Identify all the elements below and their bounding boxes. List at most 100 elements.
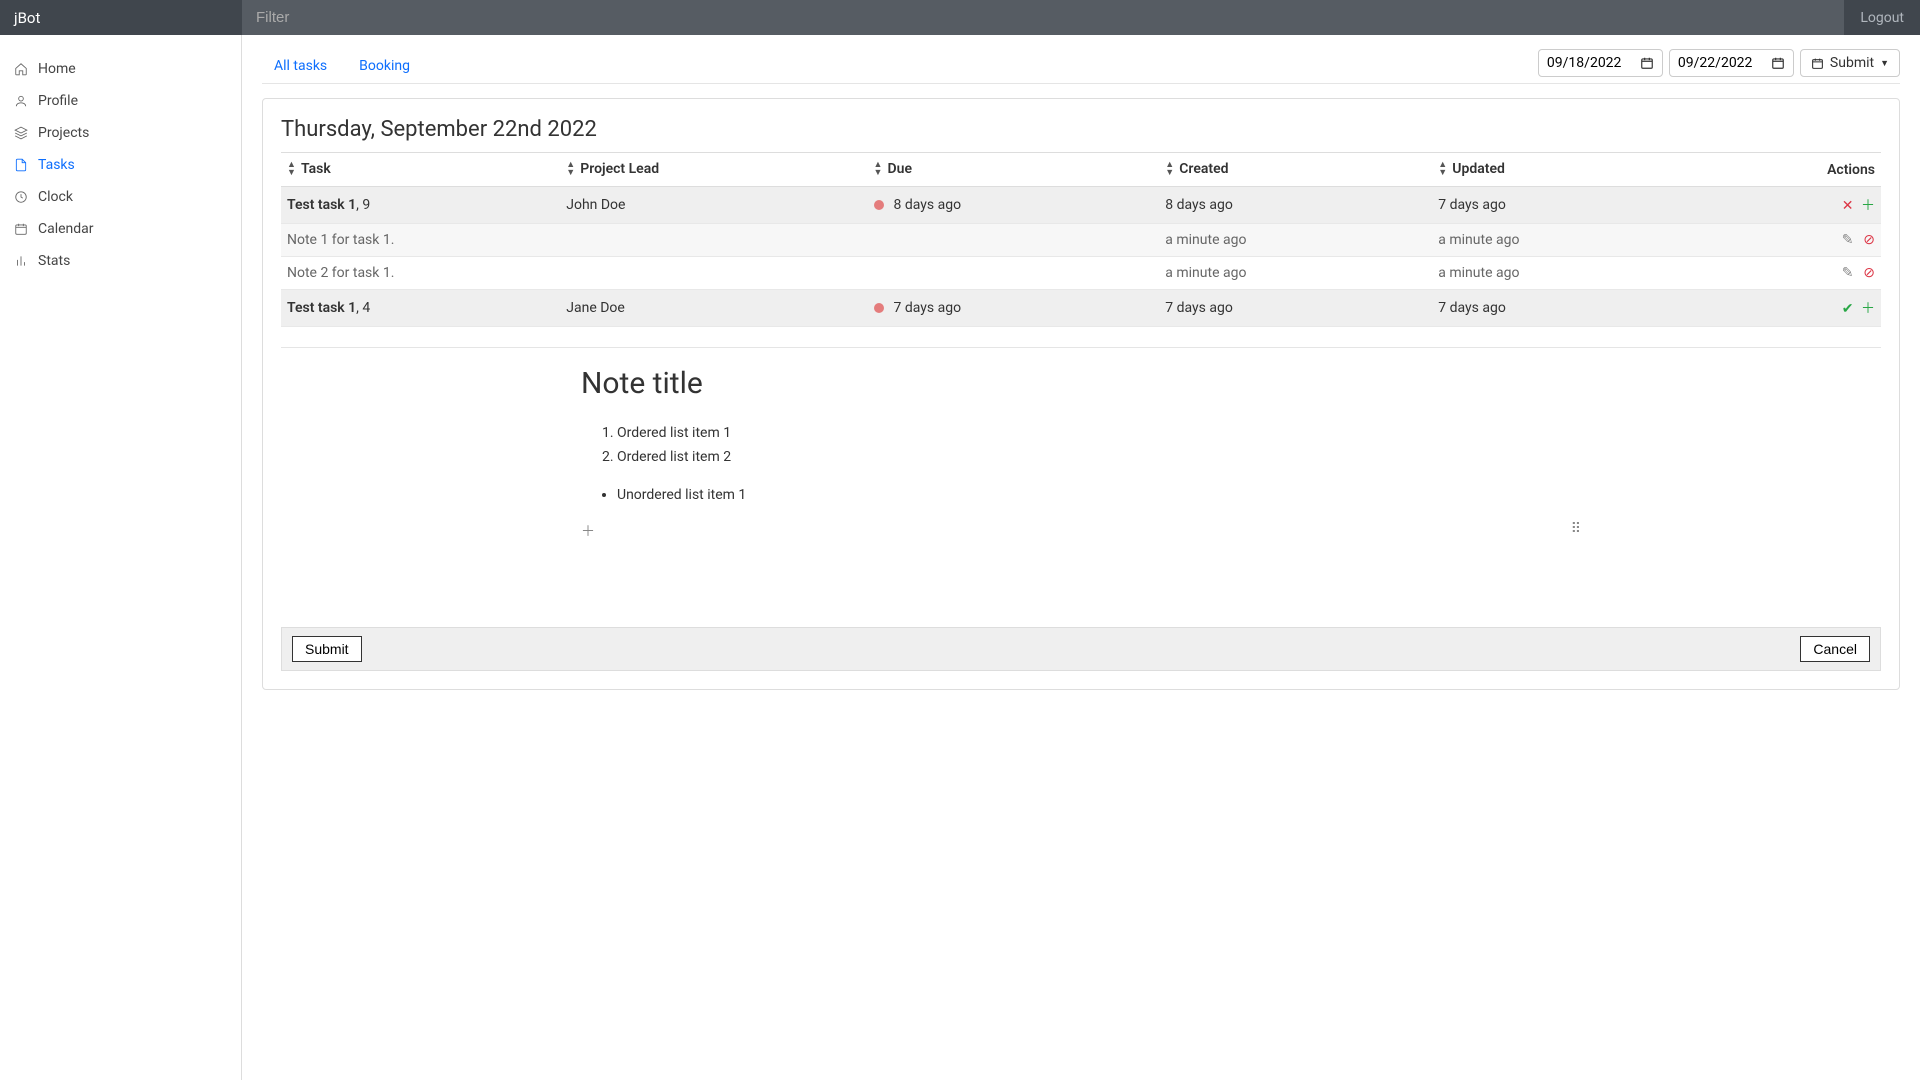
sidebar: Home Profile Projects Tasks Clock Calend… (0, 35, 242, 1080)
col-due-label: Due (888, 161, 912, 177)
sidebar-item-label: Profile (38, 93, 78, 109)
editor-title[interactable]: Note title (581, 366, 1581, 401)
home-icon (14, 62, 28, 76)
cancel-button[interactable]: Cancel (1800, 636, 1870, 662)
task-created: 7 days ago (1159, 290, 1432, 327)
editor-ordered-list[interactable]: Ordered list item 1 Ordered list item 2 (617, 421, 1581, 469)
caret-down-icon: ▼ (1880, 58, 1889, 69)
note-updated: a minute ago (1432, 257, 1705, 290)
sidebar-item-clock[interactable]: Clock (0, 181, 241, 213)
sidebar-item-label: Tasks (38, 157, 75, 173)
task-badge: , 4 (356, 300, 370, 316)
list-item[interactable]: Ordered list item 1 (617, 421, 1581, 445)
add-icon[interactable]: ＋ (1857, 195, 1875, 215)
filter-input[interactable] (242, 9, 1844, 26)
editor-footer: Submit Cancel (281, 627, 1881, 671)
sidebar-item-home[interactable]: Home (0, 53, 241, 85)
note-row[interactable]: Note 2 for task 1. a minute ago a minute… (281, 257, 1881, 290)
add-icon[interactable]: ＋ (1857, 298, 1875, 318)
sidebar-item-label: Clock (38, 189, 73, 205)
submit-button[interactable]: Submit (292, 636, 362, 662)
date-to-input[interactable] (1678, 55, 1760, 71)
sidebar-item-projects[interactable]: Projects (0, 117, 241, 149)
date-from[interactable] (1538, 49, 1663, 77)
task-row[interactable]: Test task 1, 4 Jane Doe 7 days ago 7 day… (281, 290, 1881, 327)
sidebar-item-profile[interactable]: Profile (0, 85, 241, 117)
add-block-icon[interactable]: ＋ (581, 521, 595, 541)
main-content: All tasks Booking Submit ▼ (242, 35, 1920, 1080)
filter-wrap (242, 0, 1844, 35)
task-lead: Jane Doe (560, 290, 867, 327)
sort-icon (1165, 161, 1173, 178)
drag-handle-icon[interactable]: ⠿ (1571, 521, 1581, 541)
col-updated-label: Updated (1452, 161, 1505, 177)
clock-icon (14, 190, 28, 204)
delete-icon[interactable]: ✕ (1836, 198, 1854, 214)
col-lead-label: Project Lead (580, 161, 659, 177)
calendar-icon (1640, 56, 1654, 70)
edit-icon[interactable]: ✎ (1836, 232, 1854, 248)
note-row[interactable]: Note 1 for task 1. a minute ago a minute… (281, 224, 1881, 257)
status-dot-icon (874, 303, 884, 313)
task-row[interactable]: Test task 1, 9 John Doe 8 days ago 8 day… (281, 187, 1881, 224)
task-updated: 7 days ago (1432, 187, 1705, 224)
col-actions: Actions (1705, 153, 1881, 187)
col-updated[interactable]: Updated (1432, 153, 1705, 187)
app-brand: jBot (0, 9, 242, 27)
col-task[interactable]: Task (281, 153, 560, 187)
sort-icon (1438, 161, 1446, 178)
sidebar-item-label: Home (38, 61, 76, 77)
task-name: Test task 1 (287, 197, 356, 213)
sidebar-item-label: Stats (38, 253, 70, 269)
check-icon[interactable]: ✔ (1836, 301, 1854, 317)
tab-booking[interactable]: Booking (347, 50, 422, 82)
remove-icon[interactable]: ⊘ (1857, 265, 1875, 281)
note-text: Note 1 for task 1. (281, 224, 1159, 257)
note-editor[interactable]: Note title Ordered list item 1 Ordered l… (281, 347, 1881, 621)
bar-chart-icon (14, 254, 28, 268)
calendar-icon (14, 222, 28, 236)
tab-all-tasks[interactable]: All tasks (262, 50, 339, 82)
date-from-input[interactable] (1547, 55, 1629, 71)
sidebar-item-calendar[interactable]: Calendar (0, 213, 241, 245)
task-due: 8 days ago (894, 197, 962, 213)
col-due[interactable]: Due (868, 153, 1160, 187)
sidebar-item-label: Projects (38, 125, 89, 141)
edit-icon[interactable]: ✎ (1836, 265, 1854, 281)
task-created: 8 days ago (1159, 187, 1432, 224)
col-created[interactable]: Created (1159, 153, 1432, 187)
logout-link[interactable]: Logout (1844, 10, 1920, 26)
sort-icon (566, 161, 574, 178)
top-bar: jBot Logout (0, 0, 1920, 35)
remove-icon[interactable]: ⊘ (1857, 232, 1875, 248)
user-icon (14, 94, 28, 108)
file-icon (14, 158, 28, 172)
task-name: Test task 1 (287, 300, 356, 316)
status-dot-icon (874, 200, 884, 210)
calendar-icon (1771, 56, 1785, 70)
col-lead[interactable]: Project Lead (560, 153, 867, 187)
layers-icon (14, 126, 28, 140)
note-updated: a minute ago (1432, 224, 1705, 257)
sidebar-item-tasks[interactable]: Tasks (0, 149, 241, 181)
sort-icon (287, 161, 295, 178)
task-badge: , 9 (356, 197, 370, 213)
tasks-panel: Thursday, September 22nd 2022 Task Proje… (262, 98, 1900, 690)
note-created: a minute ago (1159, 257, 1432, 290)
calendar-icon (1811, 57, 1824, 70)
task-updated: 7 days ago (1432, 290, 1705, 327)
list-item[interactable]: Unordered list item 1 (617, 483, 1581, 507)
note-created: a minute ago (1159, 224, 1432, 257)
editor-unordered-list[interactable]: Unordered list item 1 (617, 483, 1581, 507)
tasks-table: Task Project Lead Due Created Updated Ac… (281, 152, 1881, 327)
col-task-label: Task (301, 161, 331, 177)
sidebar-item-label: Calendar (38, 221, 94, 237)
date-submit-dropdown[interactable]: Submit ▼ (1800, 49, 1900, 77)
task-due: 7 days ago (894, 300, 962, 316)
list-item[interactable]: Ordered list item 2 (617, 445, 1581, 469)
sidebar-item-stats[interactable]: Stats (0, 245, 241, 277)
task-lead: John Doe (560, 187, 867, 224)
col-created-label: Created (1179, 161, 1228, 177)
date-to[interactable] (1669, 49, 1794, 77)
date-submit-label: Submit (1830, 55, 1874, 71)
